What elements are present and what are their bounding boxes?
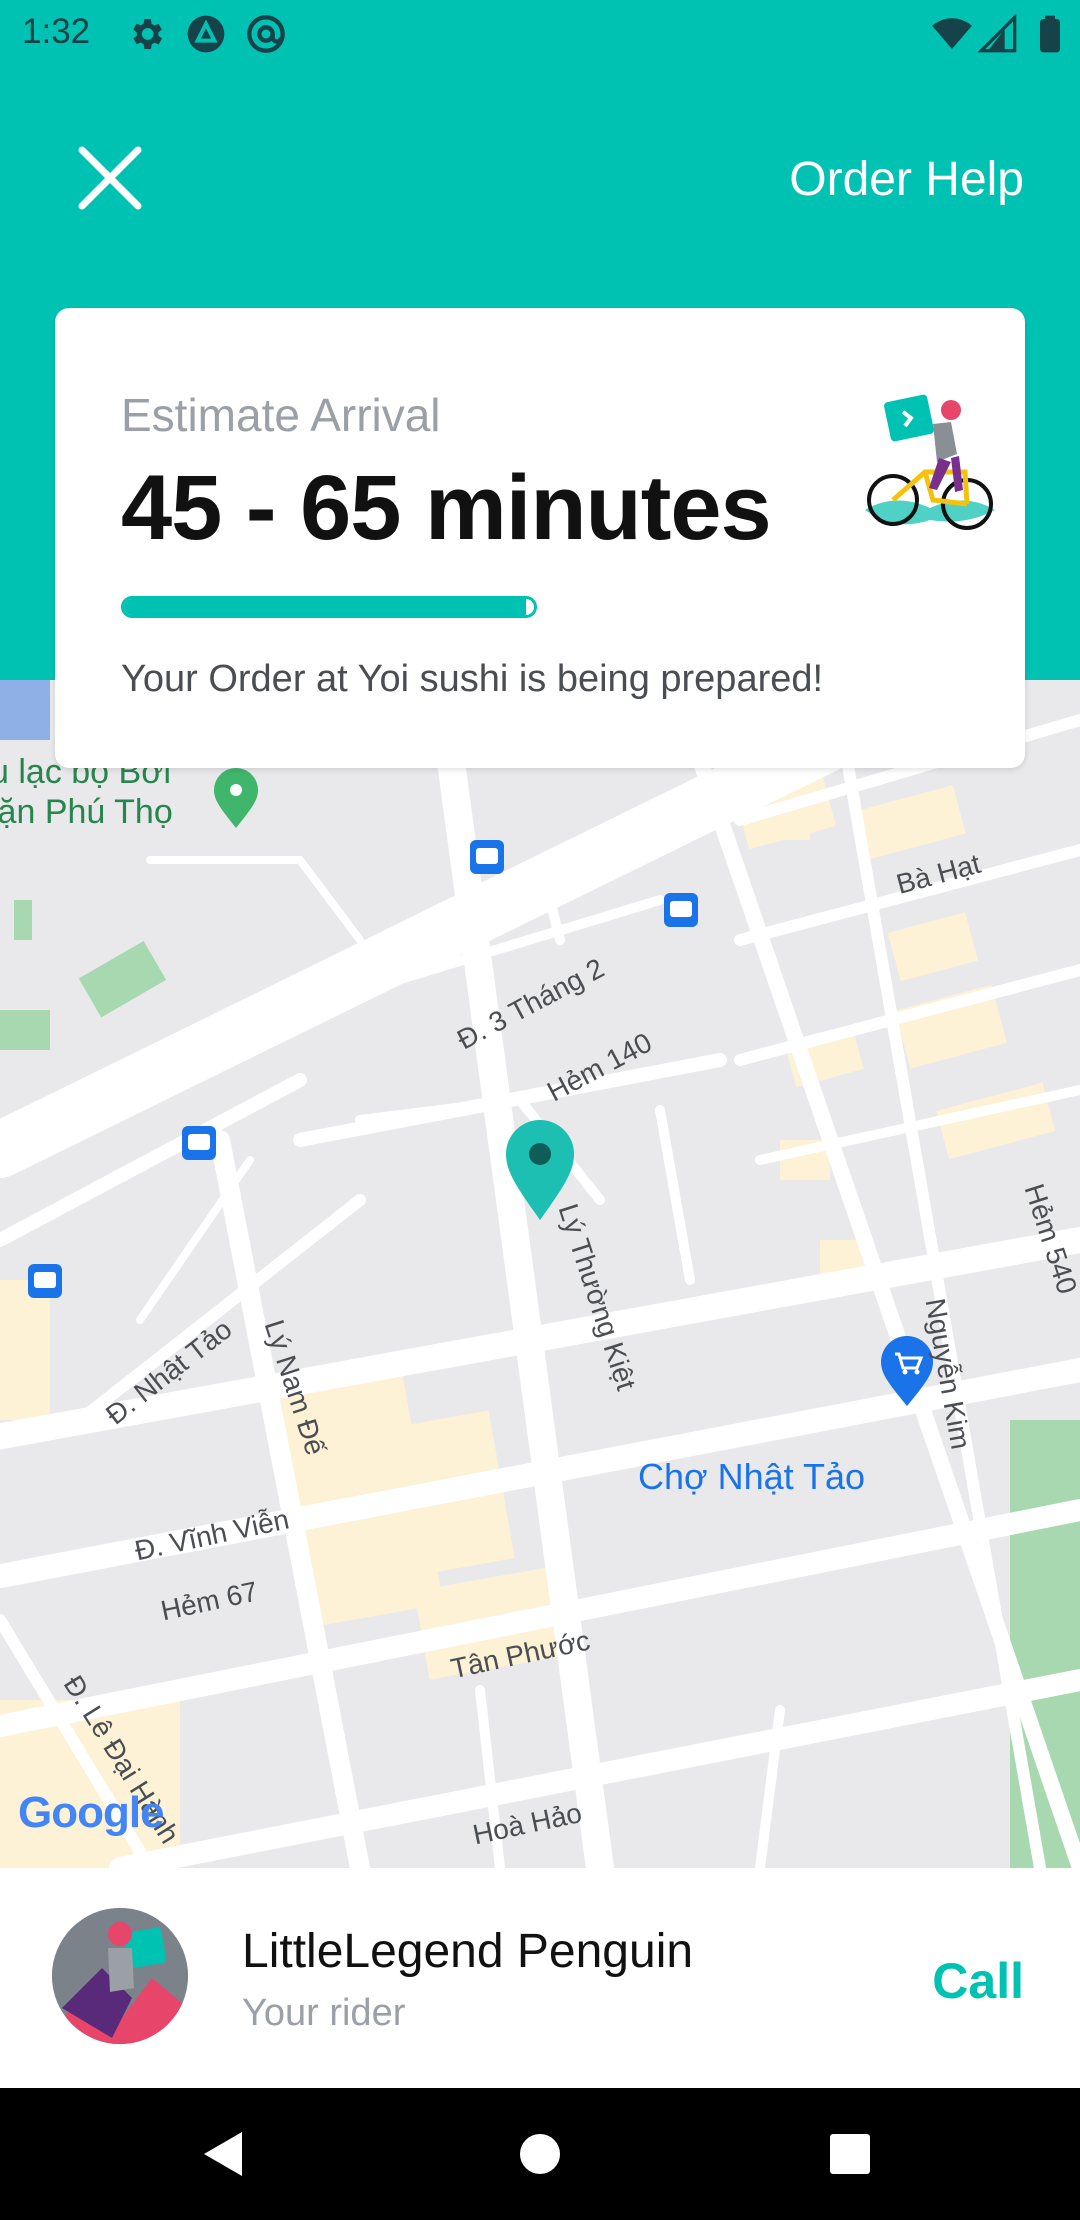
google-attribution: Google [18, 1788, 165, 1837]
signal-icon [978, 14, 1017, 53]
eta-progress-bar [121, 596, 537, 618]
close-icon[interactable] [62, 130, 158, 226]
status-time: 1:32 [22, 12, 91, 51]
map-label-cho-nhat-tao: Chợ Nhật Tảo [638, 1456, 866, 1497]
battery-icon [1040, 15, 1060, 53]
order-help-button[interactable]: Order Help [789, 152, 1024, 207]
delta-app-icon [187, 15, 225, 53]
at-sign-icon [247, 15, 285, 53]
eta-label: Estimate Arrival [121, 389, 441, 441]
status-bar: 1:32 [0, 0, 1080, 68]
eta-value: 45 - 65 minutes [121, 457, 772, 559]
recents-icon[interactable] [828, 2128, 872, 2180]
home-icon[interactable] [518, 2128, 562, 2180]
map-canvas [0, 680, 1080, 1868]
rider-panel: LittleLegend Penguin Your rider Call [0, 1868, 1080, 2088]
call-button[interactable]: Call [932, 1952, 1024, 2010]
rider-on-bike-illustration [865, 394, 995, 530]
rider-avatar [52, 1908, 188, 2044]
navigation-bar [0, 2088, 1080, 2220]
wifi-icon [932, 18, 972, 49]
rider-name: LittleLegend Penguin [242, 1925, 694, 1978]
eta-progress-fill [124, 599, 526, 615]
rider-role: Your rider [242, 1992, 406, 2034]
back-icon[interactable] [198, 2128, 250, 2180]
map[interactable]: u lạc bộ Bơi lặn Phú Thọ Bà Hạt Đ. 3 Thá… [0, 680, 1080, 1868]
order-status-text: Your Order at Yoi sushi is being prepare… [121, 658, 824, 700]
gear-icon [133, 19, 162, 49]
eta-card: Estimate Arrival 45 - 65 minutes Your Or… [55, 308, 1025, 768]
